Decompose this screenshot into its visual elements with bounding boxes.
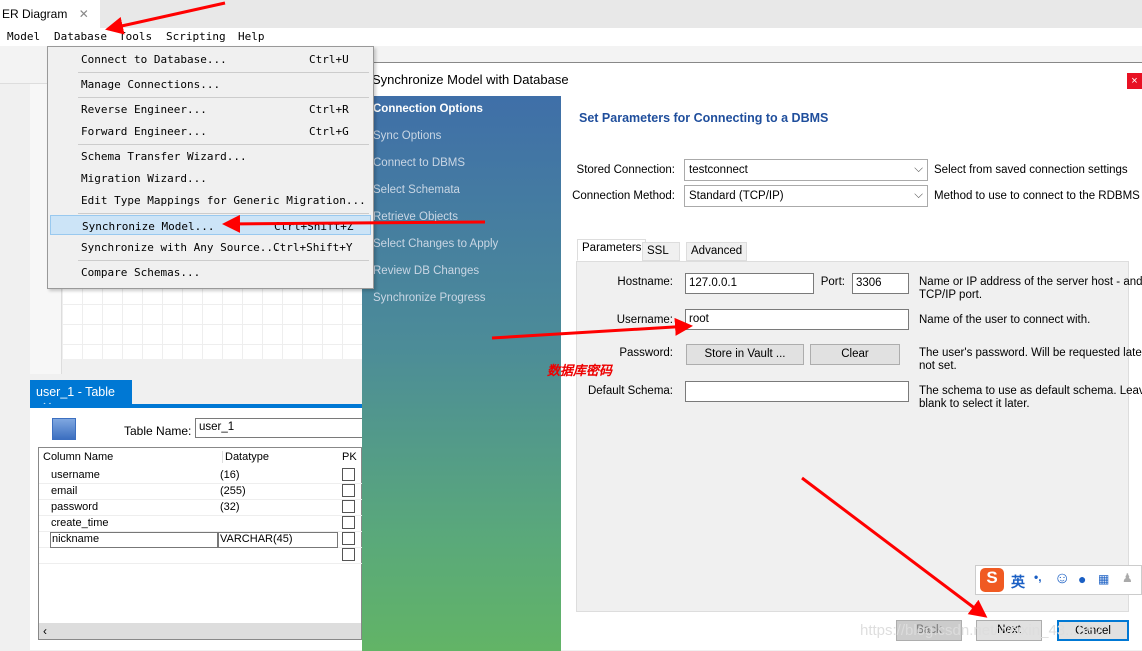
arrow — [801, 476, 988, 618]
arrow — [222, 214, 486, 233]
annotation-arrows — [105, 1, 988, 618]
arrow — [105, 1, 226, 35]
arrow — [491, 317, 693, 340]
